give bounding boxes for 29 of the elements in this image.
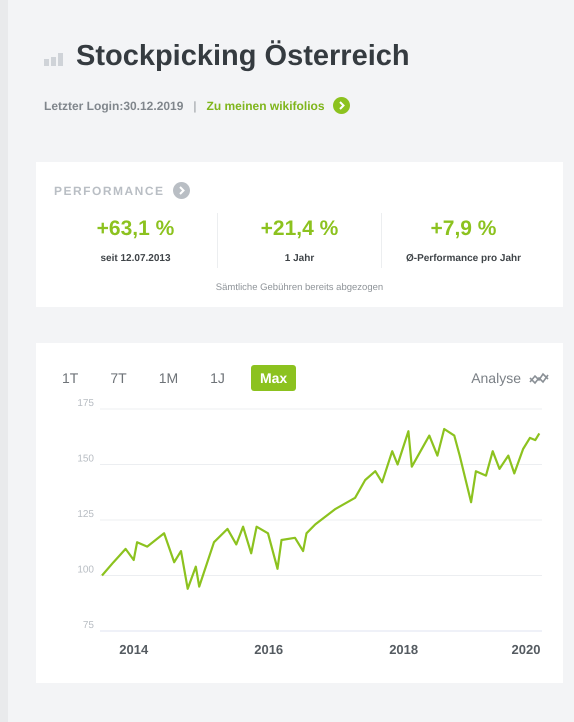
performance-label: 1 Jahr [284,253,314,264]
last-login-text: Letzter Login:30.12.2019 [44,98,184,112]
y-axis-label: 100 [77,564,94,576]
y-axis-label: 150 [77,454,94,464]
y-axis-label: 125 [77,509,94,520]
bar-chart-icon [44,52,66,66]
arrow-circle-icon[interactable] [172,182,190,199]
performance-value: +21,4 % [260,217,338,241]
page-title: Stockpicking Österreich [76,40,410,73]
range-tab[interactable]: 1M [152,366,184,390]
x-axis-label: 2016 [254,642,284,657]
line-chart-icon[interactable] [529,370,549,386]
performance-value: +63,1 % [96,217,174,241]
range-tab[interactable]: 7T [104,366,133,390]
performance-heading: PERFORMANCE [54,184,165,198]
separator: | [193,98,197,112]
y-axis-label: 175 [77,398,94,409]
x-axis-label: 2018 [389,642,418,657]
x-axis-label: 2014 [119,642,148,657]
range-tab[interactable]: 1T [56,366,84,390]
performance-label: Ø-Performance pro Jahr [406,253,522,264]
performance-label: seit 12.07.2013 [100,253,171,264]
arrow-circle-icon[interactable] [332,97,350,114]
x-axis-label: 2020 [512,642,540,657]
analyse-button[interactable]: Analyse [471,370,521,386]
fee-note: Sämtliche Gebühren bereits abgezogen [214,282,384,293]
y-axis-label: 75 [82,620,94,631]
range-tab[interactable]: 1J [204,366,231,390]
performance-value: +7,9 % [430,217,496,241]
